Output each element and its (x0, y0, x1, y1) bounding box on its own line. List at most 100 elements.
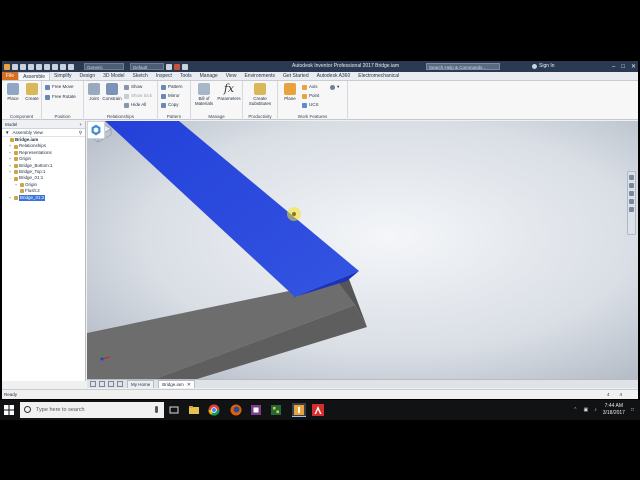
component-icon (13, 170, 18, 175)
status-text: Ready (4, 392, 18, 397)
search-icon[interactable]: ⚲ (79, 129, 82, 137)
steering-wheel-icon[interactable] (629, 175, 634, 180)
tab-tools[interactable]: Tools (176, 72, 196, 80)
tab-inspect[interactable]: Inspect (152, 72, 176, 80)
cascade-icon[interactable] (108, 381, 114, 387)
relationships-group-label: Relationships (106, 114, 134, 119)
chevron-up-icon[interactable]: ⌃ (573, 407, 577, 413)
tab-simplify[interactable]: Simplify (50, 72, 76, 80)
ucs-button[interactable]: UCS (302, 101, 319, 109)
component-icon (13, 157, 18, 162)
orbit-icon[interactable] (629, 199, 634, 204)
browser-title[interactable]: Model (5, 121, 17, 128)
copy-button[interactable]: Copy (161, 101, 179, 109)
save-icon[interactable] (28, 63, 34, 70)
mirror-button[interactable]: Mirror (161, 92, 180, 100)
open-file-icon[interactable] (20, 63, 26, 70)
color-override-icon[interactable] (166, 63, 172, 70)
assembly-view-dropdown[interactable]: Assembly View (12, 129, 42, 137)
minimize-icon[interactable]: – (612, 64, 615, 70)
tree-node[interactable]: + Bridge_01:2 (2, 194, 85, 201)
hide-all-button[interactable]: Hide All (124, 101, 146, 109)
volume-icon[interactable]: ♪ (594, 407, 597, 413)
free-rotate-button[interactable]: Free Rotate (45, 93, 76, 101)
new-file-icon[interactable] (12, 63, 18, 70)
select-icon[interactable] (60, 63, 66, 70)
graphics-viewport[interactable] (87, 121, 638, 379)
home-icon[interactable] (52, 63, 58, 70)
look-at-icon[interactable] (629, 207, 634, 212)
tab-get-started[interactable]: Get Started (279, 72, 313, 80)
inventor-logo-icon (4, 63, 10, 70)
undo-icon[interactable] (36, 63, 42, 70)
file-explorer-icon[interactable] (188, 404, 200, 416)
constrain-button[interactable]: Constrain (101, 83, 123, 101)
tree-expander-icon[interactable]: - (8, 175, 12, 181)
maximize-icon[interactable]: □ (621, 64, 625, 70)
network-icon[interactable]: ▣ (583, 407, 588, 413)
constrain-icon (106, 83, 118, 95)
close-tab-icon[interactable]: ✕ (187, 381, 191, 389)
tab-manage[interactable]: Manage (196, 72, 222, 80)
windows-start-icon[interactable] (4, 405, 14, 415)
close-icon[interactable]: ✕ (631, 63, 636, 70)
zoom-icon[interactable] (629, 191, 634, 196)
add-tab-icon[interactable]: + (79, 121, 82, 128)
task-view-icon[interactable] (168, 404, 180, 416)
tree-expander-icon[interactable]: + (8, 195, 12, 201)
tab-design[interactable]: Design (76, 72, 100, 80)
tab-autodesk-a360[interactable]: Autodesk A360 (313, 72, 355, 80)
plane-button[interactable]: Plane (280, 83, 300, 101)
notifications-icon[interactable]: □ (631, 407, 634, 413)
pattern-button[interactable]: Pattern (161, 83, 183, 91)
autodesk-cube-icon[interactable] (87, 121, 105, 139)
free-move-button[interactable]: Free Move (45, 83, 74, 91)
chrome-icon[interactable] (208, 404, 220, 416)
media-app-icon[interactable] (250, 404, 262, 416)
tab-sketch[interactable]: Sketch (129, 72, 152, 80)
place-button[interactable]: Place (3, 83, 23, 101)
redo-icon[interactable] (44, 63, 50, 70)
firefox-icon[interactable] (230, 404, 242, 416)
taskbar-clock[interactable]: 7:44 AM 3/18/2017 (603, 403, 625, 417)
microphone-icon[interactable] (155, 406, 158, 413)
tab-assemble[interactable]: Assemble (18, 72, 51, 80)
tab-my-home[interactable]: My Home (127, 380, 155, 388)
tab-environments[interactable]: Environments (240, 72, 279, 80)
tab-view[interactable]: View (222, 72, 241, 80)
tab-electromechanical[interactable]: Electromechanical (354, 72, 403, 80)
tab-file[interactable]: File (2, 72, 19, 80)
clear-override-icon[interactable] (174, 63, 180, 70)
tab-3d-model[interactable]: 3D Model (99, 72, 128, 80)
calculator-app-icon[interactable] (270, 404, 282, 416)
create-button[interactable]: Create (22, 83, 42, 101)
sign-in-link[interactable]: Sign In (539, 61, 555, 72)
pan-icon[interactable] (629, 183, 634, 188)
show-sick-button[interactable]: Show Sick (124, 92, 152, 100)
appearance-combo[interactable]: Default (130, 63, 164, 70)
position-group: Free Move Free Rotate Position (42, 81, 84, 120)
arrange-icon[interactable] (117, 381, 123, 387)
material-combo[interactable]: Generic (84, 63, 124, 70)
help-search-input[interactable]: Search Help & Commands... (426, 63, 500, 70)
tab-bridge-iam[interactable]: Bridge.iam ✕ (158, 380, 195, 388)
filter-icon[interactable]: ▼ (5, 129, 9, 137)
parameters-button[interactable]: fx Parameters (216, 83, 242, 102)
tile-horizontal-icon[interactable] (90, 381, 96, 387)
show-button[interactable]: Show (124, 83, 142, 91)
axis-icon (302, 84, 307, 90)
tree-expander-icon[interactable]: + (14, 182, 18, 188)
point-button[interactable]: Point (302, 92, 319, 100)
axis-button[interactable]: Axis (302, 83, 318, 91)
window-title: Autodesk Inventor Professional 2017 Brid… (292, 63, 400, 69)
bill-of-materials-button[interactable]: Bill of Materials (192, 83, 216, 106)
pattern-group: Pattern Mirror Copy Pattern (158, 81, 191, 120)
create-substitutes-button[interactable]: Create Substitutes (246, 83, 274, 106)
update-icon[interactable] (68, 63, 74, 70)
acrobat-icon[interactable] (312, 404, 324, 416)
visibility-dropdown[interactable]: ▾ (330, 83, 339, 91)
inventor-taskbar-icon[interactable] (292, 403, 306, 417)
taskbar-search-input[interactable]: Type here to search (20, 402, 164, 418)
tile-vertical-icon[interactable] (99, 381, 105, 387)
measure-icon[interactable] (182, 63, 188, 70)
